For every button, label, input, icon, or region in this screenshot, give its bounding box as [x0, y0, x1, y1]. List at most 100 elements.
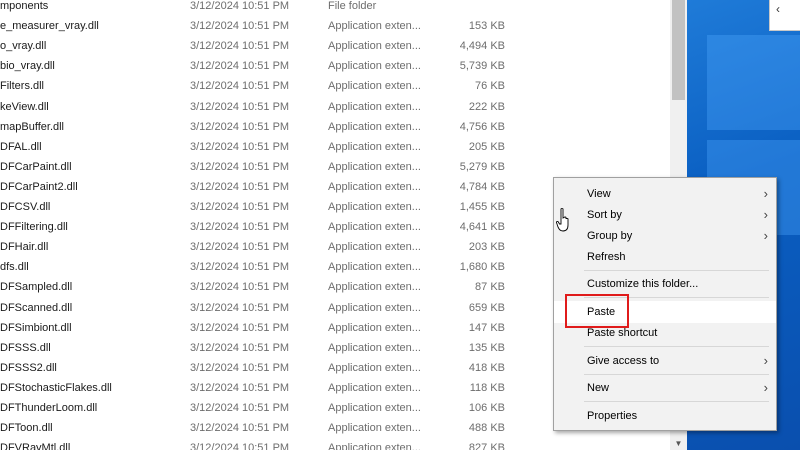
file-size: 4,494 KB: [459, 40, 505, 53]
file-size: 659 KB: [468, 301, 505, 314]
file-date: 3/12/2024 10:51 PM: [190, 80, 290, 93]
file-date: 3/12/2024 10:51 PM: [190, 120, 290, 133]
menu-item-label: New: [587, 382, 610, 394]
file-size: 203 KB: [468, 241, 505, 254]
file-name: mponents: [0, 0, 49, 12]
file-date: 3/12/2024 10:51 PM: [190, 201, 290, 213]
file-name: DFAL.dll: [0, 140, 42, 153]
file-type: Application exten...: [328, 361, 421, 374]
menu-separator: [584, 346, 769, 347]
file-type: Application exten...: [328, 20, 421, 33]
file-row[interactable]: DFAL.dll 3/12/2024 10:51 PM Application ex…: [0, 137, 670, 157]
scrollbar-thumb[interactable]: [672, 0, 685, 100]
file-size: 153 KB: [468, 20, 505, 33]
scroll-down-arrow-icon[interactable]: ▼: [670, 438, 687, 450]
file-date: 3/12/2024 10:51 PM: [190, 140, 290, 153]
file-row[interactable]: keView.dll 3/12/2024 10:51 PM Application …: [0, 97, 670, 117]
file-date: 3/12/2024 10:51 PM: [190, 422, 290, 435]
file-row[interactable]: Filters.dll 3/12/2024 10:51 PM Application…: [0, 76, 670, 96]
file-name: DFHair.dll: [0, 241, 49, 254]
file-size: 76 KB: [475, 80, 505, 93]
menu-item-label: Customize this folder...: [587, 278, 699, 290]
file-size: 4,641 KB: [459, 221, 505, 234]
file-name: keView.dll: [0, 100, 49, 113]
file-size: 87 KB: [475, 281, 505, 294]
file-type: Application exten...: [328, 160, 421, 173]
menu-item-refresh[interactable]: Refresh: [554, 246, 776, 268]
file-name: DFFiltering.dll: [0, 221, 68, 234]
file-name: DFSSS2.dll: [0, 361, 57, 374]
file-name: e_measurer_vray.dll: [0, 20, 99, 33]
menu-separator: [584, 374, 769, 375]
menu-item-sort-by[interactable]: Sort by ›: [554, 204, 776, 226]
file-date: 3/12/2024 10:51 PM: [190, 20, 290, 33]
file-row[interactable]: o_vray.dll 3/12/2024 10:51 PM Application …: [0, 36, 670, 56]
window-corner[interactable]: ‹: [769, 0, 800, 31]
file-size: 222 KB: [468, 100, 505, 113]
file-date: 3/12/2024 10:51 PM: [190, 321, 290, 334]
file-size: 135 KB: [468, 341, 505, 354]
file-size: 488 KB: [468, 422, 505, 435]
file-name: DFCarPaint2.dll: [0, 180, 78, 193]
file-date: 3/12/2024 10:51 PM: [190, 402, 290, 414]
file-name: DFSSS.dll: [0, 341, 51, 354]
menu-item-customize-folder[interactable]: Customize this folder...: [554, 273, 776, 295]
file-size: 205 KB: [468, 140, 505, 153]
file-date: 3/12/2024 10:51 PM: [190, 361, 290, 374]
file-name: o_vray.dll: [0, 40, 47, 53]
file-name: DFToon.dll: [0, 422, 53, 435]
menu-item-label: Refresh: [587, 251, 626, 263]
file-size: 418 KB: [468, 361, 505, 374]
file-type: Application exten...: [328, 40, 421, 53]
file-date: 3/12/2024 10:51 PM: [190, 301, 290, 314]
file-name: DFScanned.dll: [0, 301, 73, 314]
file-type: Application exten...: [328, 381, 421, 394]
file-row[interactable]: DFVRayMtl.dll 3/12/2024 10:51 PM Applicati…: [0, 438, 670, 450]
file-size: 4,756 KB: [459, 120, 505, 133]
file-date: 3/12/2024 10:51 PM: [190, 281, 290, 294]
file-type: Application exten...: [328, 100, 421, 113]
file-size: 4,784 KB: [459, 180, 505, 193]
file-type: Application exten...: [328, 341, 421, 354]
file-name: DFThunderLoom.dll: [0, 402, 98, 414]
chevron-right-icon: ›: [763, 228, 768, 243]
file-type: Application exten...: [328, 201, 421, 213]
file-date: 3/12/2024 10:51 PM: [190, 180, 290, 193]
file-type: Application exten...: [328, 80, 421, 93]
file-row[interactable]: e_measurer_vray.dll 3/12/2024 10:51 PM App…: [0, 16, 670, 36]
file-date: 3/12/2024 10:51 PM: [190, 60, 290, 73]
file-row[interactable]: DFCarPaint.dll 3/12/2024 10:51 PM Applicat…: [0, 157, 670, 177]
file-row[interactable]: mapBuffer.dll 3/12/2024 10:51 PM Applicati…: [0, 117, 670, 137]
menu-item-group-by[interactable]: Group by ›: [554, 225, 776, 247]
file-size: 1,680 KB: [459, 261, 505, 274]
file-type: Application exten...: [328, 241, 421, 254]
file-size: 147 KB: [468, 321, 505, 334]
chevron-right-icon: ›: [763, 186, 768, 201]
menu-separator: [584, 401, 769, 402]
file-name: dfs.dll: [0, 261, 29, 274]
menu-item-label: Group by: [587, 230, 633, 242]
file-type: Application exten...: [328, 301, 421, 314]
file-row[interactable]: mponents 3/12/2024 10:51 PM File folder: [0, 0, 670, 16]
file-type: Application exten...: [328, 140, 421, 153]
menu-item-new[interactable]: New ›: [554, 377, 776, 399]
file-type: File folder: [328, 0, 377, 12]
file-date: 3/12/2024 10:51 PM: [190, 100, 290, 113]
menu-item-properties[interactable]: Properties: [554, 405, 776, 427]
file-size: 118 KB: [469, 381, 505, 394]
file-date: 3/12/2024 10:51 PM: [190, 0, 290, 12]
menu-item-view[interactable]: View ›: [554, 183, 776, 205]
file-date: 3/12/2024 10:51 PM: [190, 40, 290, 53]
file-name: bio_vray.dll: [0, 60, 55, 73]
paste-highlight-box: [565, 294, 629, 328]
file-size: 827 KB: [468, 442, 505, 450]
chevron-right-icon: ›: [763, 207, 768, 222]
menu-item-give-access[interactable]: Give access to ›: [554, 350, 776, 372]
file-name: DFVRayMtl.dll: [0, 442, 71, 450]
file-name: mapBuffer.dll: [0, 120, 65, 133]
file-date: 3/12/2024 10:51 PM: [190, 261, 290, 274]
file-size: 1,455 KB: [459, 201, 505, 213]
file-row[interactable]: bio_vray.dll 3/12/2024 10:51 PM Applicatio…: [0, 56, 670, 76]
back-chevron-icon: ‹: [776, 2, 780, 16]
file-type: Application exten...: [328, 422, 421, 435]
